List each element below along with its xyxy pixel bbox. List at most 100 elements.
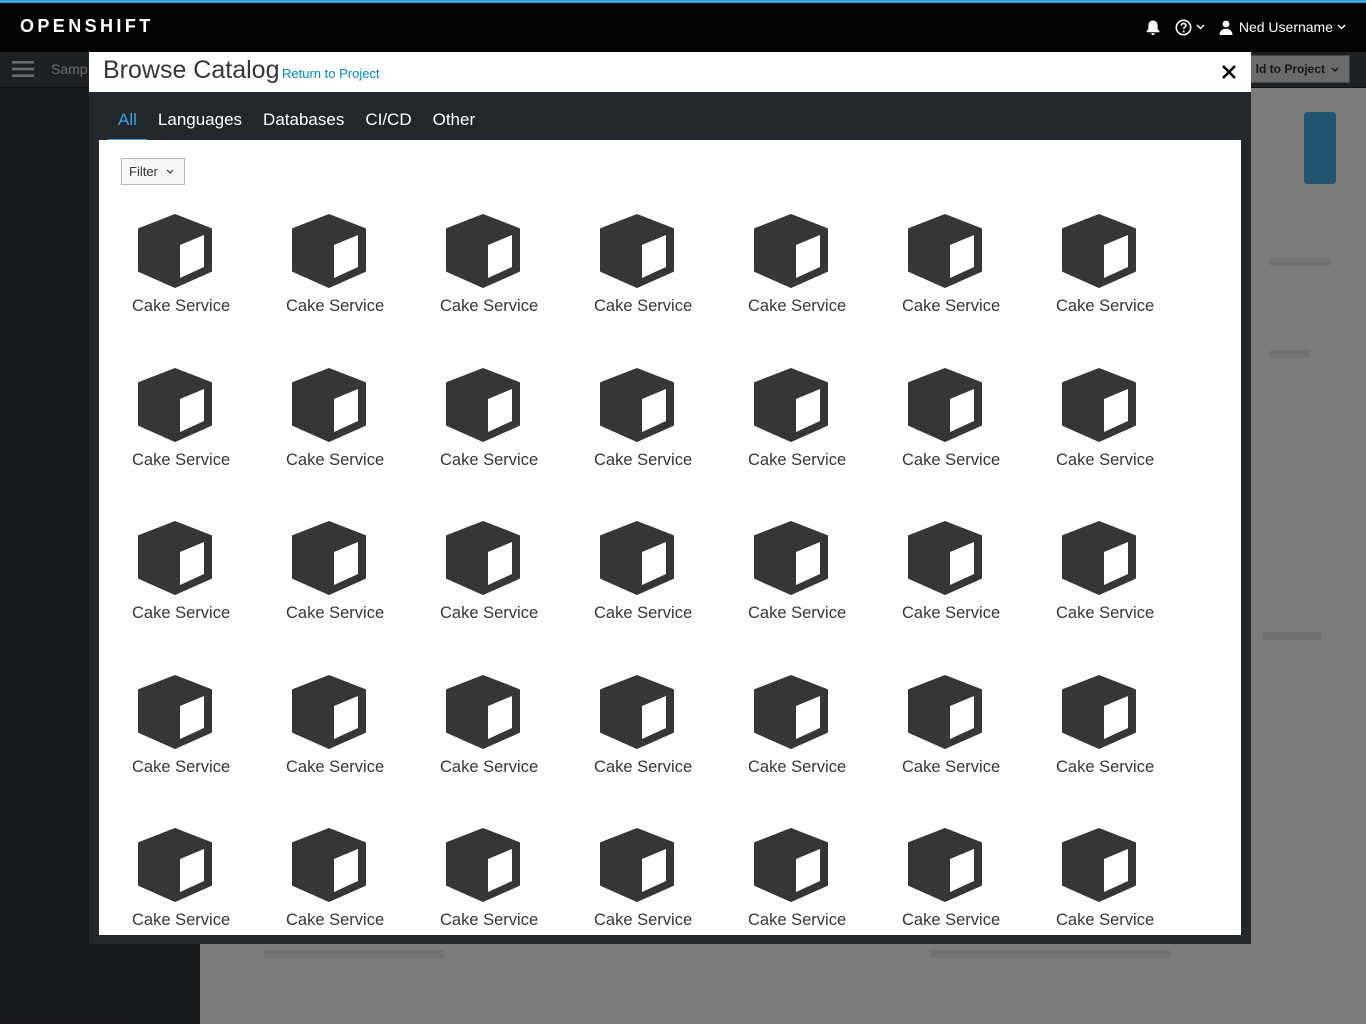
catalog-item-label: Cake Service xyxy=(902,604,1001,622)
catalog-item[interactable]: Cake Service xyxy=(1056,826,1211,935)
filter-dropdown[interactable]: Filter xyxy=(121,158,185,185)
catalog-item-label: Cake Service xyxy=(440,297,539,315)
chevron-down-icon xyxy=(1337,24,1346,30)
catalog-tabs: All Languages Databases CI/CD Other xyxy=(108,106,486,142)
catalog-item[interactable]: Cake Service xyxy=(440,673,595,827)
catalog-item[interactable]: Cake Service xyxy=(594,826,749,935)
return-to-project-link[interactable]: Return to Project xyxy=(282,66,380,81)
cube-icon xyxy=(138,674,212,749)
browse-catalog-modal: Browse Catalog Return to Project All Lan… xyxy=(89,52,1251,944)
catalog-item-label: Cake Service xyxy=(1056,450,1155,469)
catalog-item-label: Cake Service xyxy=(748,297,847,315)
user-icon xyxy=(1219,20,1233,35)
modal-title: Browse Catalog xyxy=(103,56,280,84)
catalog-item-label: Cake Service xyxy=(132,604,231,622)
catalog-item[interactable]: Cake Service xyxy=(902,826,1057,935)
help-menu[interactable] xyxy=(1175,19,1205,36)
catalog-item-label: Cake Service xyxy=(902,450,1001,469)
catalog-item[interactable]: Cake Service xyxy=(1056,366,1211,520)
catalog-item[interactable]: Cake Service xyxy=(902,366,1057,520)
catalog-item[interactable]: Cake Service xyxy=(748,673,903,827)
catalog-item[interactable]: Cake Service xyxy=(132,366,287,520)
cube-icon xyxy=(446,367,520,442)
catalog-item-label: Cake Service xyxy=(132,297,231,315)
catalog-item-label: Cake Service xyxy=(1056,911,1155,929)
catalog-item[interactable]: Cake Service xyxy=(594,366,749,520)
tab-languages[interactable]: Languages xyxy=(148,106,252,141)
catalog-item[interactable]: Cake Service xyxy=(902,212,1057,366)
catalog-item[interactable]: Cake Service xyxy=(132,212,287,366)
catalog-item[interactable]: Cake Service xyxy=(902,673,1057,827)
catalog-content: Filter Cake Service Cake Service Cake Se… xyxy=(99,140,1241,935)
cube-icon xyxy=(1062,828,1136,902)
catalog-item[interactable]: Cake Service xyxy=(286,366,441,520)
catalog-item[interactable]: Cake Service xyxy=(594,212,749,366)
catalog-item-label: Cake Service xyxy=(286,604,385,622)
close-icon[interactable] xyxy=(1221,64,1237,80)
cube-icon xyxy=(292,214,366,288)
catalog-item[interactable]: Cake Service xyxy=(286,673,441,827)
help-icon xyxy=(1175,19,1192,35)
cube-icon xyxy=(446,674,520,749)
catalog-item[interactable]: Cake Service xyxy=(286,519,441,673)
cube-icon xyxy=(600,214,674,288)
notifications-button[interactable] xyxy=(1145,19,1161,36)
catalog-item[interactable]: Cake Service xyxy=(1056,519,1211,673)
catalog-item-label: Cake Service xyxy=(902,297,1001,315)
user-name: Ned Username xyxy=(1238,19,1333,35)
catalog-item-label: Cake Service xyxy=(132,757,231,776)
catalog-item-label: Cake Service xyxy=(440,911,539,929)
catalog-item[interactable]: Cake Service xyxy=(1056,212,1211,366)
catalog-item-label: Cake Service xyxy=(1056,604,1155,622)
catalog-item-label: Cake Service xyxy=(902,757,1001,776)
catalog-item-label: Cake Service xyxy=(440,450,539,469)
catalog-item-label: Cake Service xyxy=(748,450,847,469)
catalog-item-label: Cake Service xyxy=(286,450,385,469)
catalog-item-label: Cake Service xyxy=(594,297,693,315)
chevron-down-icon xyxy=(166,169,174,174)
cube-icon xyxy=(908,521,982,595)
catalog-item[interactable]: Cake Service xyxy=(594,519,749,673)
catalog-item[interactable]: Cake Service xyxy=(132,826,287,935)
cube-icon xyxy=(600,521,674,595)
cube-icon xyxy=(138,521,212,595)
catalog-item[interactable]: Cake Service xyxy=(748,826,903,935)
bell-icon xyxy=(1146,20,1160,35)
catalog-item[interactable]: Cake Service xyxy=(286,826,441,935)
cube-icon xyxy=(446,214,520,288)
brand-logo[interactable]: OPENSHIFT xyxy=(20,16,154,37)
cube-icon xyxy=(908,214,982,288)
catalog-item[interactable]: Cake Service xyxy=(440,366,595,520)
catalog-item-label: Cake Service xyxy=(902,911,1001,929)
catalog-item[interactable]: Cake Service xyxy=(132,673,287,827)
cube-icon xyxy=(138,367,212,442)
catalog-item-label: Cake Service xyxy=(748,757,847,776)
utility-nav: Ned Username xyxy=(1131,16,1346,38)
catalog-item[interactable]: Cake Service xyxy=(902,519,1057,673)
catalog-item[interactable]: Cake Service xyxy=(440,826,595,935)
cube-icon xyxy=(292,521,366,595)
catalog-item[interactable]: Cake Service xyxy=(286,212,441,366)
cube-icon xyxy=(908,828,982,902)
catalog-item[interactable]: Cake Service xyxy=(748,366,903,520)
catalog-item[interactable]: Cake Service xyxy=(132,519,287,673)
catalog-item-label: Cake Service xyxy=(594,604,693,622)
catalog-item-label: Cake Service xyxy=(440,757,539,776)
catalog-item-label: Cake Service xyxy=(1056,757,1155,776)
masthead: OPENSHIFT Ned Username xyxy=(0,0,1366,52)
user-menu[interactable]: Ned Username xyxy=(1219,19,1346,35)
catalog-item[interactable]: Cake Service xyxy=(440,212,595,366)
tab-all[interactable]: All xyxy=(108,106,147,141)
tab-databases[interactable]: Databases xyxy=(253,106,354,141)
modal-header: Browse Catalog Return to Project xyxy=(89,52,1251,92)
tab-other[interactable]: Other xyxy=(423,106,486,141)
catalog-item[interactable]: Cake Service xyxy=(594,673,749,827)
cube-icon xyxy=(1062,521,1136,595)
catalog-item[interactable]: Cake Service xyxy=(748,519,903,673)
tab-ci-cd[interactable]: CI/CD xyxy=(355,106,421,141)
catalog-item[interactable]: Cake Service xyxy=(748,212,903,366)
catalog-item[interactable]: Cake Service xyxy=(440,519,595,673)
cube-icon xyxy=(908,367,982,442)
catalog-item-label: Cake Service xyxy=(1056,297,1155,315)
catalog-item[interactable]: Cake Service xyxy=(1056,673,1211,827)
